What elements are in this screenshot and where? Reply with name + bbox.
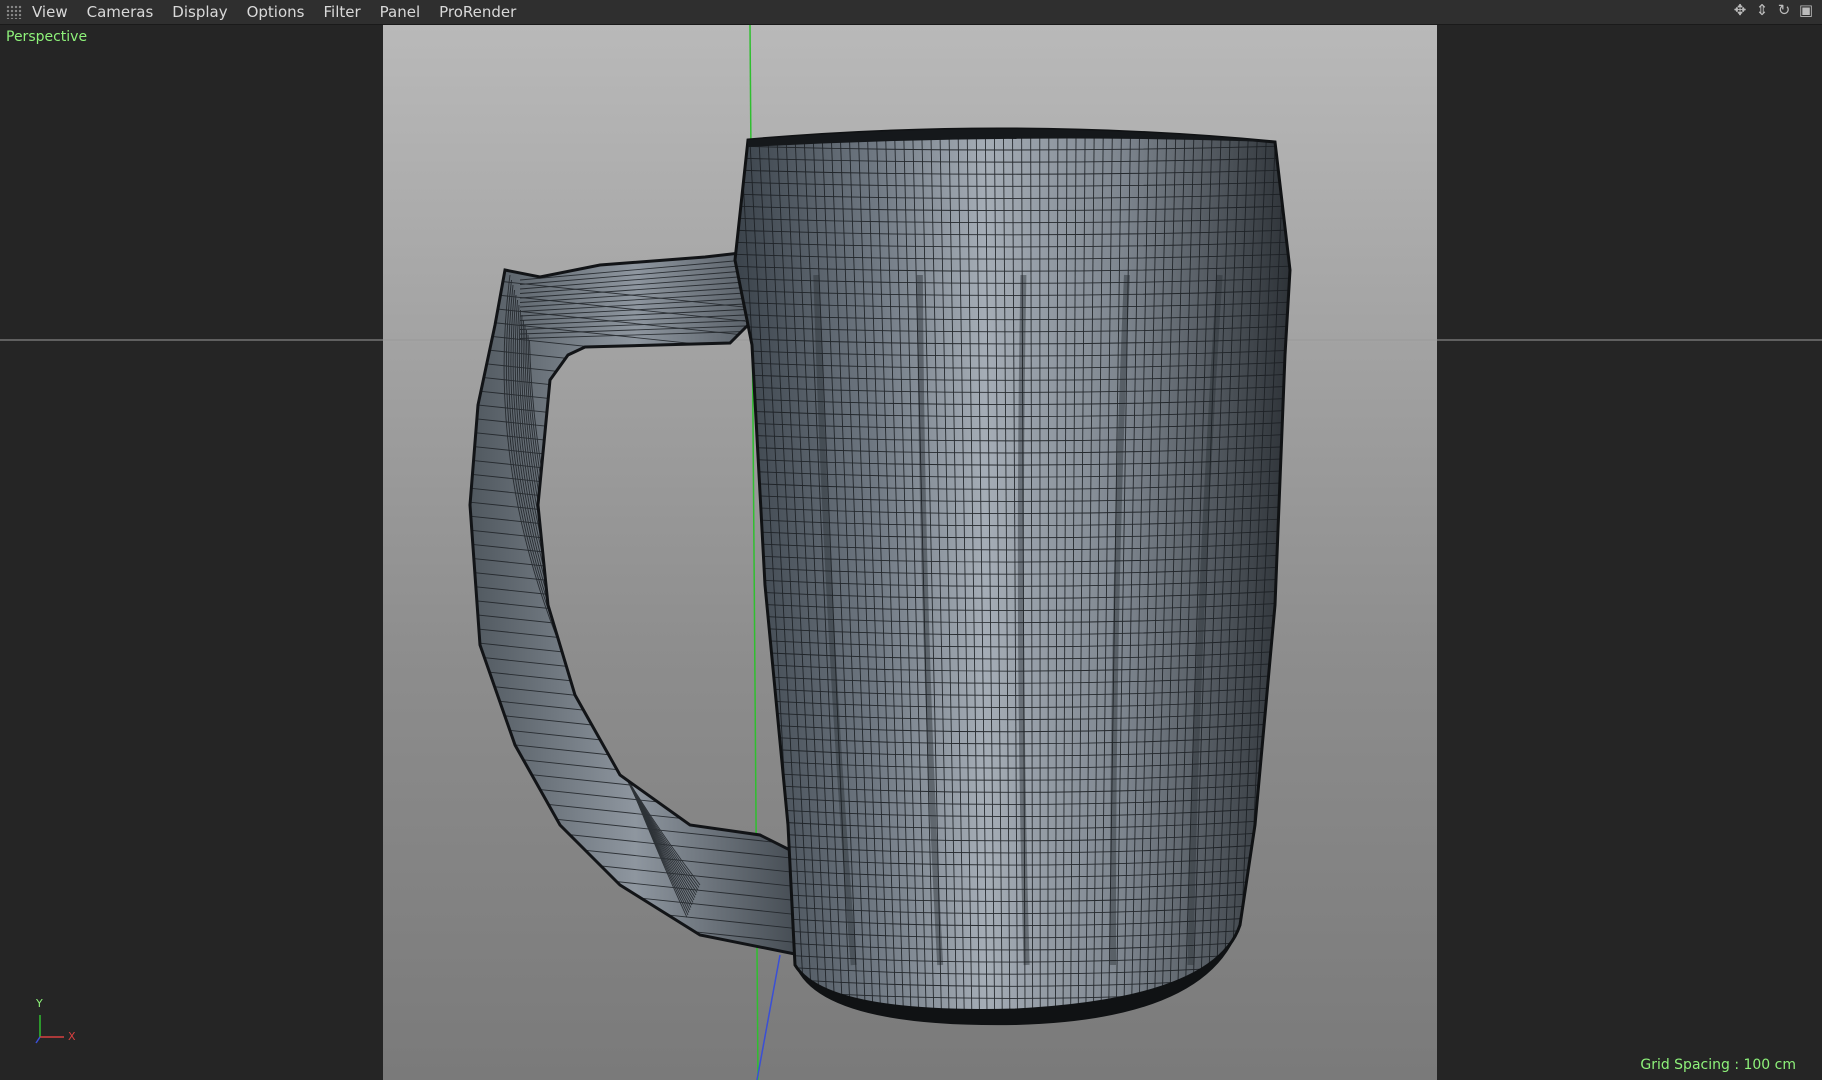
camera-label[interactable]: Perspective xyxy=(6,29,87,45)
perspective-viewport[interactable]: Perspective Y X Grid Spacing : 100 cm xyxy=(0,25,1822,1080)
grid-spacing-readout: Grid Spacing : 100 cm xyxy=(1640,1057,1796,1073)
menu-cameras[interactable]: Cameras xyxy=(87,3,154,21)
toggle-layout-icon[interactable]: ▣ xyxy=(1798,2,1814,18)
world-z-axis xyxy=(756,954,781,1080)
move-view-icon[interactable]: ✥ xyxy=(1732,2,1748,18)
view-navigation-icons: ✥ ⇕ ↻ ▣ xyxy=(1732,2,1814,18)
axis-gizmo xyxy=(35,1015,64,1044)
dolly-view-icon[interactable]: ⇕ xyxy=(1754,2,1770,18)
viewport-menubar: View Cameras Display Options Filter Pane… xyxy=(0,0,1822,25)
axis-gizmo-y-label: Y xyxy=(36,997,43,1010)
mug-body xyxy=(735,128,1290,1011)
rotate-view-icon[interactable]: ↻ xyxy=(1776,2,1792,18)
menu-options[interactable]: Options xyxy=(247,3,305,21)
menu-display[interactable]: Display xyxy=(172,3,227,21)
menu-panel[interactable]: Panel xyxy=(380,3,420,21)
menu-grip-icon[interactable] xyxy=(6,5,22,19)
menu-filter[interactable]: Filter xyxy=(323,3,360,21)
scene-canvas xyxy=(0,25,1822,1080)
axis-gizmo-x-label: X xyxy=(68,1030,76,1043)
menu-view[interactable]: View xyxy=(32,3,68,21)
menu-prorender[interactable]: ProRender xyxy=(439,3,516,21)
